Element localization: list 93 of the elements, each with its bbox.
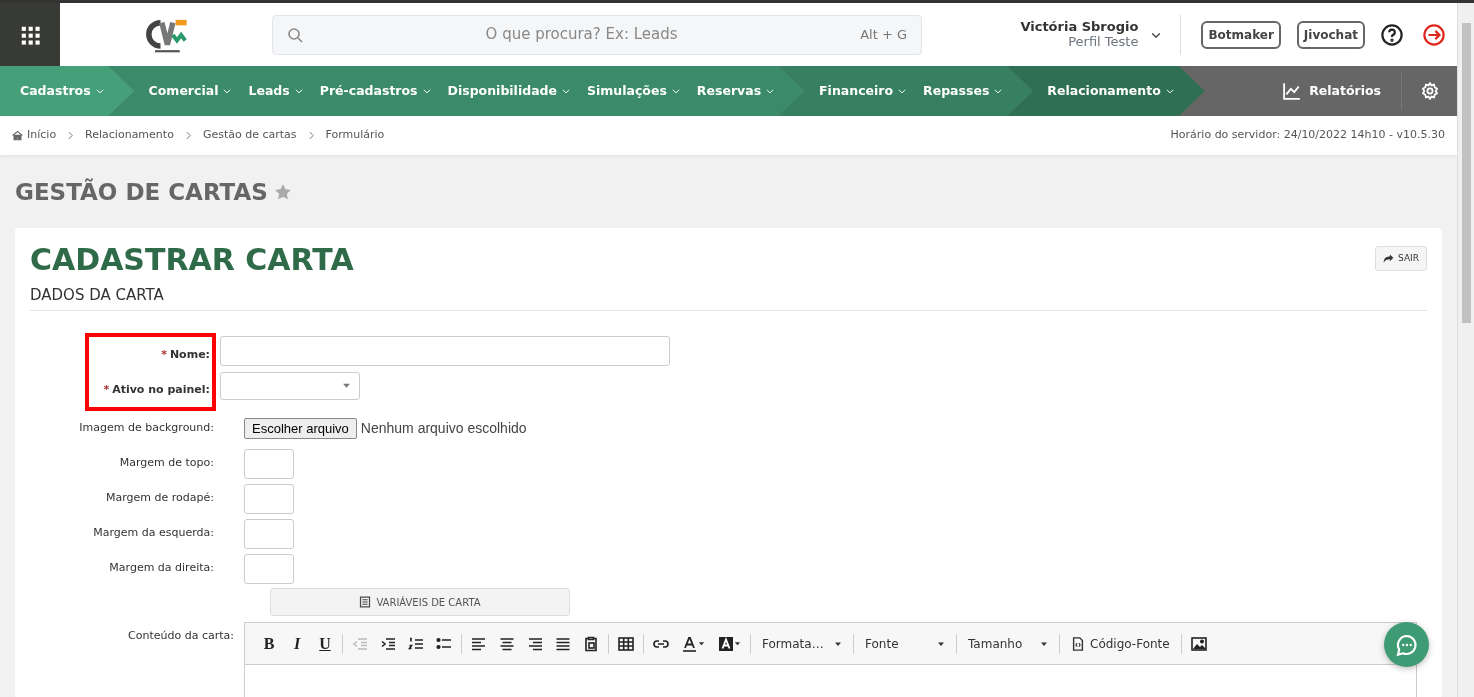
source-code-button[interactable]: Código-Fonte (1063, 634, 1178, 653)
star-icon[interactable] (273, 183, 292, 202)
line-chart-icon (1283, 82, 1302, 100)
field-label: Imagem de background: (78, 420, 215, 437)
user-name: Victória Sbrogio (1020, 19, 1139, 35)
breadcrumb-link[interactable]: Início (27, 127, 57, 144)
list-icon (359, 596, 372, 608)
settings-icon[interactable] (1420, 82, 1439, 100)
menu-item[interactable]: Pré-cadastros (319, 81, 432, 101)
rich-text-editor[interactable]: B I U Formata… Fonte Tamanho Código-Fonte (244, 622, 1417, 697)
caret-down-icon (733, 640, 741, 647)
chevron-down-icon (222, 86, 233, 96)
chevron-down-icon (421, 86, 432, 96)
chevron-down-icon (293, 86, 304, 96)
chevron-down-icon (765, 86, 776, 96)
format-button[interactable]: B (255, 629, 283, 658)
page-title: GESTÃO DE CARTAS (15, 177, 268, 207)
scrollbar[interactable] (1457, 3, 1474, 697)
number-input[interactable] (244, 553, 294, 584)
number-input[interactable] (244, 483, 294, 514)
chevron-down-icon (670, 86, 681, 96)
header-button[interactable]: Botmaker (1201, 20, 1281, 49)
toolbar-dropdown[interactable]: Tamanho (960, 634, 1056, 653)
search-field[interactable]: O que procura? Ex: Leads Alt + G (272, 14, 922, 55)
field-label: * Nome: (160, 347, 211, 363)
number-input[interactable] (244, 448, 294, 479)
bullet-list-icon (436, 635, 452, 652)
file-choose-button[interactable]: Escolher arquivo (244, 418, 357, 439)
field-label: Margem da esquerda: (92, 525, 215, 542)
menu-item[interactable]: Relacionamento (1047, 81, 1175, 101)
help-icon[interactable] (1381, 23, 1403, 46)
share-arrow-icon (1383, 252, 1395, 264)
format-button[interactable]: I (283, 629, 311, 658)
text-input[interactable] (220, 335, 670, 366)
exit-button[interactable]: SAIR (1375, 245, 1427, 271)
chevron-down-icon (94, 86, 105, 96)
align-left-icon (471, 635, 487, 652)
chevron-down-icon (897, 86, 908, 96)
field-label: Margem da direita: (108, 560, 215, 577)
menu-item[interactable]: Financeiro (819, 81, 908, 101)
code-file-icon (1071, 636, 1085, 651)
field-label: Margem de topo: (118, 455, 215, 472)
align-center-icon (499, 635, 515, 652)
chevron-down-icon (561, 86, 571, 96)
file-status: Nenhum arquivo escolhido (360, 419, 527, 438)
numbered-list-icon (408, 635, 424, 652)
menu-item[interactable]: Leads (248, 81, 304, 101)
chat-bubble-icon (1394, 632, 1419, 657)
variables-button[interactable]: VARIÁVEIS DE CARTA (270, 588, 570, 616)
align-justify-icon (555, 635, 571, 652)
form-title: CADASTRAR CARTA (30, 241, 354, 278)
caret-down-icon (697, 640, 705, 647)
field-label: * Ativo no painel: (102, 382, 211, 398)
clipboard-icon (583, 635, 599, 652)
menu-item[interactable]: Disponibilidade (447, 81, 571, 101)
chevron-right-icon (66, 131, 76, 140)
apps-menu-button[interactable] (0, 3, 60, 66)
caret-down-icon (342, 381, 351, 390)
menu-item[interactable]: Comercial (148, 81, 233, 101)
server-time: Horário do servidor: 24/10/2022 14h10 - v10.5.30 (1170, 127, 1445, 144)
chevron-right-icon (306, 131, 316, 140)
menu-item[interactable]: Simulações (587, 81, 681, 101)
shortcut-hint: Alt + G (860, 25, 907, 44)
select-field[interactable] (220, 371, 360, 400)
format-button[interactable]: U (311, 629, 339, 658)
breadcrumb-link[interactable]: Formulário (325, 127, 385, 144)
field-label: Margem de rodapé: (105, 490, 215, 507)
number-input[interactable] (244, 518, 294, 549)
text-color-icon (681, 635, 698, 652)
logout-icon[interactable] (1423, 23, 1445, 46)
toolbar-dropdown[interactable]: Formata… (754, 634, 850, 653)
chevron-right-icon (183, 131, 193, 140)
chevron-down-icon (993, 86, 1004, 96)
menu-item[interactable]: Reservas (696, 81, 776, 101)
header-button[interactable]: Jivochat (1296, 20, 1365, 49)
reports-link[interactable]: Relatórios (1283, 66, 1401, 116)
outdent-icon (352, 635, 368, 652)
chevron-down-icon (1164, 86, 1175, 96)
field-label: Conteúdo da carta: (127, 628, 235, 644)
user-profile: Perfil Teste (1067, 34, 1139, 50)
indent-icon (380, 635, 396, 652)
search-input[interactable]: O que procura? Ex: Leads (313, 22, 851, 47)
align-right-icon (527, 635, 543, 652)
highlight-color-icon (717, 635, 734, 652)
menu-item[interactable]: Repasses (923, 81, 1004, 101)
toolbar-dropdown[interactable]: Fonte (857, 634, 953, 653)
breadcrumb-link[interactable]: Gestão de cartas (202, 127, 297, 144)
search-icon (287, 26, 303, 43)
home-icon (12, 130, 23, 141)
breadcrumb-link[interactable]: Relacionamento (85, 127, 174, 144)
image-icon (1190, 635, 1207, 652)
table-icon (618, 635, 634, 652)
section-heading: DADOS DA CARTA (30, 277, 1427, 311)
